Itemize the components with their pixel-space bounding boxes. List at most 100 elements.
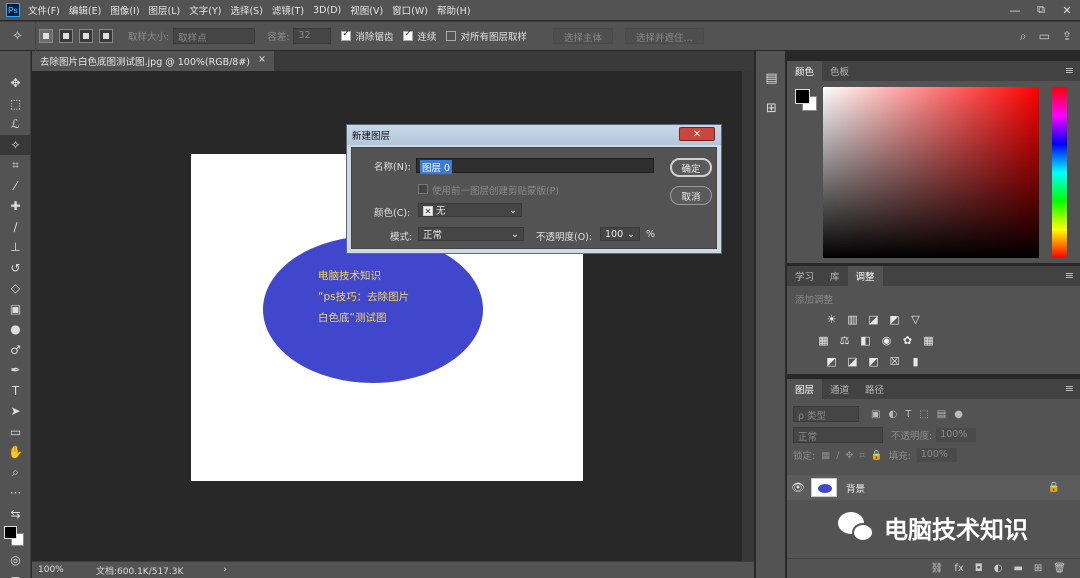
lock-paint-icon[interactable]: ∕ xyxy=(836,450,839,461)
color-select[interactable]: ✕ 无 ⌄ xyxy=(418,203,522,217)
stamp-icon[interactable]: ⊥ xyxy=(0,237,31,258)
menu-help[interactable]: 帮助(H) xyxy=(437,3,471,17)
select-and-mask-button[interactable]: 选择并遮住... xyxy=(624,28,704,44)
selective-color-icon[interactable]: ☒ xyxy=(886,353,903,369)
layer-row-background[interactable]: 👁 背景 🔒 xyxy=(787,475,1080,500)
layer-name[interactable]: 背景 xyxy=(846,481,865,495)
move-icon[interactable]: ✥ xyxy=(0,73,31,94)
filter-shape-icon[interactable]: ⬚ xyxy=(919,409,928,420)
history-brush-icon[interactable]: ↺ xyxy=(0,258,31,279)
filter-pixel-icon[interactable]: ▣ xyxy=(871,409,880,420)
gradient-map-icon[interactable]: ▮ xyxy=(907,353,924,369)
dialog-title-bar[interactable]: 新建图层 ✕ xyxy=(347,125,721,145)
link-icon[interactable]: ⛓ xyxy=(931,563,944,574)
hue-saturation-icon[interactable]: ▦ xyxy=(815,332,832,348)
opacity-input[interactable]: 100 ⌄ xyxy=(600,227,640,241)
lock-pixels-icon[interactable]: ▦ xyxy=(821,450,830,461)
eraser-icon[interactable]: ◇ xyxy=(0,278,31,299)
menu-file[interactable]: 文件(F) xyxy=(28,3,60,17)
trash-icon[interactable]: 🗑 xyxy=(1053,563,1066,574)
color-picker-field[interactable] xyxy=(823,87,1039,258)
group-icon[interactable]: ▬ xyxy=(1013,563,1022,574)
color-balance-icon[interactable]: ⚖ xyxy=(836,332,853,348)
menu-3d[interactable]: 3D(D) xyxy=(313,5,341,16)
vertical-scrollbar[interactable] xyxy=(741,71,754,561)
tab-paths[interactable]: 路径 xyxy=(857,379,892,399)
photo-filter-icon[interactable]: ◉ xyxy=(878,332,895,348)
sample-size-select[interactable]: 取样点 xyxy=(173,28,256,44)
lock-all-icon[interactable]: 🔒 xyxy=(871,450,883,461)
gradient-icon[interactable]: ▣ xyxy=(0,299,31,320)
tab-swatches[interactable]: 色板 xyxy=(822,61,857,81)
fx-icon[interactable]: fx xyxy=(954,563,963,574)
layer-filter-select[interactable]: ρ 类型 xyxy=(793,406,859,422)
type-icon[interactable]: T xyxy=(0,381,31,402)
clip-mask-checkbox[interactable] xyxy=(418,184,428,194)
crop-icon[interactable]: ⌗ xyxy=(0,155,31,176)
share-icon[interactable]: ⇪ xyxy=(1062,29,1072,44)
menu-layer[interactable]: 图层(L) xyxy=(149,3,181,17)
antialias-checkbox[interactable]: 消除锯齿 xyxy=(341,29,393,43)
pen-icon[interactable]: ✒ xyxy=(0,360,31,381)
filter-toggle-icon[interactable]: ● xyxy=(954,409,963,420)
close-window-button[interactable]: ✕ xyxy=(1054,0,1080,20)
new-selection-icon[interactable] xyxy=(39,29,53,43)
workspace-icon[interactable]: ▭ xyxy=(1039,29,1050,44)
threshold-icon[interactable]: ◩ xyxy=(865,353,882,369)
color-swatches[interactable] xyxy=(0,524,31,550)
tab-adjustments[interactable]: 调整 xyxy=(847,266,883,286)
dodge-icon[interactable]: ♂ xyxy=(0,340,31,361)
shape-icon[interactable]: ▭ xyxy=(0,422,31,443)
hand-icon[interactable]: ✋ xyxy=(0,442,31,463)
restore-button[interactable]: ⧉ xyxy=(1028,0,1054,20)
menu-filter[interactable]: 滤镜(T) xyxy=(272,3,304,17)
properties-panel-icon[interactable]: ⊞ xyxy=(756,93,787,123)
menu-image[interactable]: 图像(I) xyxy=(110,3,139,17)
tab-layers[interactable]: 图层 xyxy=(787,379,823,399)
mode-select[interactable]: 正常 ⌄ xyxy=(418,227,524,241)
tab-library[interactable]: 库 xyxy=(822,266,848,286)
new-layer-icon[interactable]: ⊞ xyxy=(1034,563,1042,574)
contiguous-checkbox[interactable]: 连续 xyxy=(403,29,436,43)
magic-wand-icon[interactable]: ✧ xyxy=(0,21,36,51)
menu-edit[interactable]: 编辑(E) xyxy=(69,3,101,17)
minimize-button[interactable]: — xyxy=(1002,0,1028,20)
tolerance-input[interactable]: 32 xyxy=(293,28,332,44)
menu-select[interactable]: 选择(S) xyxy=(230,3,262,17)
exposure-icon[interactable]: ◩ xyxy=(886,311,903,327)
filter-type-icon[interactable]: T xyxy=(905,409,911,420)
filter-adjust-icon[interactable]: ◐ xyxy=(888,409,897,420)
lock-artboard-icon[interactable]: ⌗ xyxy=(859,450,864,461)
history-panel-icon[interactable]: ▤ xyxy=(756,63,787,93)
intersect-selection-icon[interactable] xyxy=(99,29,113,43)
mask-icon[interactable]: ◘ xyxy=(975,563,983,574)
tab-color[interactable]: 颜色 xyxy=(787,61,823,81)
menu-type[interactable]: 文字(Y) xyxy=(189,3,221,17)
panel-menu-icon[interactable]: ≡ xyxy=(1065,64,1074,77)
curves-icon[interactable]: ◪ xyxy=(865,311,882,327)
subtract-selection-icon[interactable] xyxy=(79,29,93,43)
swap-colors-icon[interactable]: ⇆ xyxy=(0,504,31,525)
eye-icon[interactable]: 👁 xyxy=(787,481,809,494)
status-menu-arrow[interactable]: › xyxy=(223,565,227,575)
dialog-close-button[interactable]: ✕ xyxy=(679,127,715,141)
lock-position-icon[interactable]: ✥ xyxy=(845,450,853,461)
quick-mask-icon[interactable]: ◎ xyxy=(0,550,31,571)
magic-wand-icon[interactable]: ✧ xyxy=(0,134,31,155)
search-icon[interactable]: ⌕ xyxy=(1020,29,1027,44)
invert-icon[interactable]: ◩ xyxy=(823,353,840,369)
zoom-icon[interactable]: ⌕ xyxy=(0,463,31,484)
foreground-color[interactable] xyxy=(795,89,810,104)
path-select-icon[interactable]: ➤ xyxy=(0,401,31,422)
marquee-icon[interactable]: ⬚ xyxy=(0,94,31,115)
panel-menu-icon[interactable]: ≡ xyxy=(1065,269,1074,282)
black-white-icon[interactable]: ◧ xyxy=(857,332,874,348)
more-tools-icon[interactable]: ··· xyxy=(0,483,31,504)
tab-learn[interactable]: 学习 xyxy=(787,266,822,286)
document-tab[interactable]: 去除图片白色底图测试图.jpg @ 100%(RGB/8#) × xyxy=(32,51,274,71)
all-layers-checkbox[interactable]: 对所有图层取样 xyxy=(446,29,527,43)
add-selection-icon[interactable] xyxy=(59,29,73,43)
menu-window[interactable]: 窗口(W) xyxy=(392,3,428,17)
eyedropper-icon[interactable]: ⁄ xyxy=(0,176,31,197)
cancel-button[interactable]: 取消 xyxy=(670,186,712,205)
